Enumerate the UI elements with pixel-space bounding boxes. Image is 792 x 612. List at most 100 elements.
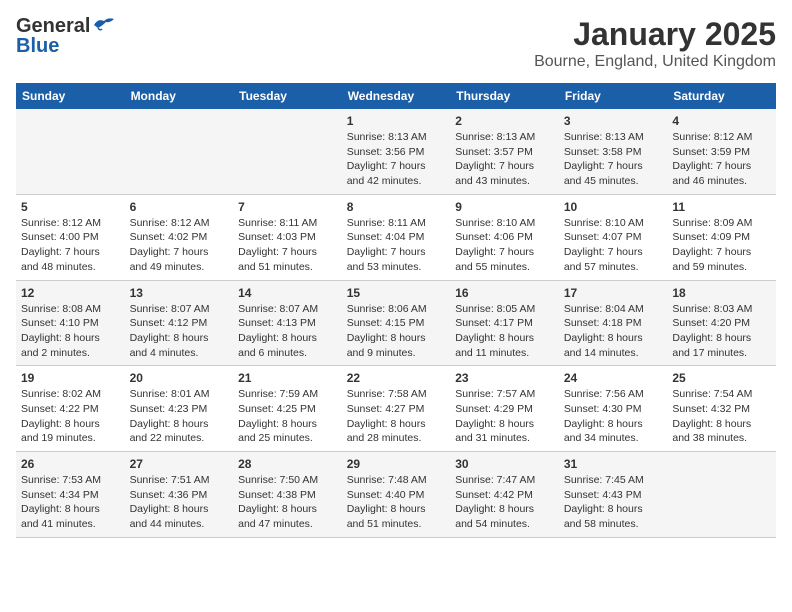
day-info: Sunrise: 8:11 AMSunset: 4:03 PMDaylight:… (238, 216, 337, 275)
day-info: Sunrise: 8:13 AMSunset: 3:57 PMDaylight:… (455, 130, 554, 189)
day-info: Sunrise: 8:07 AMSunset: 4:12 PMDaylight:… (130, 302, 229, 361)
title-block: January 2025 Bourne, England, United Kin… (534, 16, 776, 71)
calendar-cell: 6Sunrise: 8:12 AMSunset: 4:02 PMDaylight… (125, 194, 234, 280)
day-number: 14 (238, 286, 337, 300)
calendar-header-sunday: Sunday (16, 83, 125, 109)
day-info: Sunrise: 8:13 AMSunset: 3:56 PMDaylight:… (347, 130, 446, 189)
calendar-cell: 14Sunrise: 8:07 AMSunset: 4:13 PMDayligh… (233, 280, 342, 366)
day-info: Sunrise: 7:58 AMSunset: 4:27 PMDaylight:… (347, 387, 446, 446)
day-number: 8 (347, 200, 446, 214)
calendar-week-row: 1 Sunrise: 8:13 AMSunset: 3:56 PMDaylight… (16, 109, 776, 194)
calendar-cell: 12Sunrise: 8:08 AMSunset: 4:10 PMDayligh… (16, 280, 125, 366)
day-number: 1 (347, 114, 446, 128)
calendar-cell: 4 Sunrise: 8:12 AMSunset: 3:59 PMDaylight… (667, 109, 776, 194)
page-title: January 2025 (534, 16, 776, 53)
calendar-cell: 21 Sunrise: 7:59 AMSunset: 4:25 PMDayligh… (233, 366, 342, 452)
calendar-week-row: 26Sunrise: 7:53 AMSunset: 4:34 PMDayligh… (16, 452, 776, 538)
day-number: 9 (455, 200, 554, 214)
calendar-cell: 17 Sunrise: 8:04 AMSunset: 4:18 PMDayligh… (559, 280, 668, 366)
day-number: 26 (21, 457, 120, 471)
day-info: Sunrise: 8:12 AMSunset: 4:00 PMDaylight:… (21, 216, 120, 275)
day-number: 25 (672, 371, 771, 385)
day-info: Sunrise: 7:59 AMSunset: 4:25 PMDaylight:… (238, 387, 337, 446)
day-info: Sunrise: 7:57 AMSunset: 4:29 PMDaylight:… (455, 387, 554, 446)
calendar-week-row: 12Sunrise: 8:08 AMSunset: 4:10 PMDayligh… (16, 280, 776, 366)
day-info: Sunrise: 8:13 AMSunset: 3:58 PMDaylight:… (564, 130, 663, 189)
calendar-cell: 5Sunrise: 8:12 AMSunset: 4:00 PMDaylight… (16, 194, 125, 280)
calendar-cell: 8Sunrise: 8:11 AMSunset: 4:04 PMDaylight… (342, 194, 451, 280)
calendar-cell: 13 Sunrise: 8:07 AMSunset: 4:12 PMDayligh… (125, 280, 234, 366)
calendar-cell: 31 Sunrise: 7:45 AMSunset: 4:43 PMDayligh… (559, 452, 668, 538)
day-info: Sunrise: 8:12 AMSunset: 3:59 PMDaylight:… (672, 130, 771, 189)
day-number: 31 (564, 457, 663, 471)
calendar-header-saturday: Saturday (667, 83, 776, 109)
calendar-cell: 27Sunrise: 7:51 AMSunset: 4:36 PMDayligh… (125, 452, 234, 538)
day-info: Sunrise: 8:12 AMSunset: 4:02 PMDaylight:… (130, 216, 229, 275)
calendar-cell: 9 Sunrise: 8:10 AMSunset: 4:06 PMDaylight… (450, 194, 559, 280)
calendar-cell: 1 Sunrise: 8:13 AMSunset: 3:56 PMDaylight… (342, 109, 451, 194)
calendar-cell (16, 109, 125, 194)
day-info: Sunrise: 7:50 AMSunset: 4:38 PMDaylight:… (238, 473, 337, 532)
day-number: 15 (347, 286, 446, 300)
day-info: Sunrise: 7:56 AMSunset: 4:30 PMDaylight:… (564, 387, 663, 446)
calendar-cell: 28Sunrise: 7:50 AMSunset: 4:38 PMDayligh… (233, 452, 342, 538)
calendar-cell: 30 Sunrise: 7:47 AMSunset: 4:42 PMDayligh… (450, 452, 559, 538)
day-number: 4 (672, 114, 771, 128)
calendar-cell: 3 Sunrise: 8:13 AMSunset: 3:58 PMDaylight… (559, 109, 668, 194)
day-number: 20 (130, 371, 229, 385)
calendar-week-row: 5Sunrise: 8:12 AMSunset: 4:00 PMDaylight… (16, 194, 776, 280)
day-number: 18 (672, 286, 771, 300)
day-number: 11 (672, 200, 771, 214)
calendar-cell: 25 Sunrise: 7:54 AMSunset: 4:32 PMDayligh… (667, 366, 776, 452)
day-number: 17 (564, 286, 663, 300)
calendar-cell: 10Sunrise: 8:10 AMSunset: 4:07 PMDayligh… (559, 194, 668, 280)
day-number: 23 (455, 371, 554, 385)
day-info: Sunrise: 8:02 AMSunset: 4:22 PMDaylight:… (21, 387, 120, 446)
calendar-header-wednesday: Wednesday (342, 83, 451, 109)
calendar-header-friday: Friday (559, 83, 668, 109)
calendar-cell: 11Sunrise: 8:09 AMSunset: 4:09 PMDayligh… (667, 194, 776, 280)
day-number: 27 (130, 457, 229, 471)
calendar-cell: 19 Sunrise: 8:02 AMSunset: 4:22 PMDayligh… (16, 366, 125, 452)
calendar-cell: 20Sunrise: 8:01 AMSunset: 4:23 PMDayligh… (125, 366, 234, 452)
logo-general-text: General (16, 16, 90, 36)
calendar-cell: 15 Sunrise: 8:06 AMSunset: 4:15 PMDayligh… (342, 280, 451, 366)
day-number: 13 (130, 286, 229, 300)
day-number: 24 (564, 371, 663, 385)
day-number: 29 (347, 457, 446, 471)
calendar-cell (667, 452, 776, 538)
calendar-header-thursday: Thursday (450, 83, 559, 109)
day-number: 2 (455, 114, 554, 128)
day-info: Sunrise: 8:10 AMSunset: 4:06 PMDaylight:… (455, 216, 554, 275)
day-number: 22 (347, 371, 446, 385)
day-info: Sunrise: 8:06 AMSunset: 4:15 PMDaylight:… (347, 302, 446, 361)
day-number: 21 (238, 371, 337, 385)
calendar-cell: 23 Sunrise: 7:57 AMSunset: 4:29 PMDayligh… (450, 366, 559, 452)
calendar-cell: 22 Sunrise: 7:58 AMSunset: 4:27 PMDayligh… (342, 366, 451, 452)
calendar-cell: 2 Sunrise: 8:13 AMSunset: 3:57 PMDaylight… (450, 109, 559, 194)
page-header: General Blue January 2025 Bourne, Englan… (16, 16, 776, 71)
calendar-cell: 16Sunrise: 8:05 AMSunset: 4:17 PMDayligh… (450, 280, 559, 366)
day-number: 3 (564, 114, 663, 128)
day-number: 16 (455, 286, 554, 300)
calendar-cell: 18 Sunrise: 8:03 AMSunset: 4:20 PMDayligh… (667, 280, 776, 366)
calendar-cell: 7Sunrise: 8:11 AMSunset: 4:03 PMDaylight… (233, 194, 342, 280)
day-info: Sunrise: 8:04 AMSunset: 4:18 PMDaylight:… (564, 302, 663, 361)
calendar-table: SundayMondayTuesdayWednesdayThursdayFrid… (16, 83, 776, 538)
calendar-header-monday: Monday (125, 83, 234, 109)
day-number: 30 (455, 457, 554, 471)
day-info: Sunrise: 8:08 AMSunset: 4:10 PMDaylight:… (21, 302, 120, 361)
calendar-body: 1 Sunrise: 8:13 AMSunset: 3:56 PMDaylight… (16, 109, 776, 537)
day-info: Sunrise: 7:47 AMSunset: 4:42 PMDaylight:… (455, 473, 554, 532)
day-info: Sunrise: 7:45 AMSunset: 4:43 PMDaylight:… (564, 473, 663, 532)
logo-bird-icon (92, 16, 116, 34)
day-info: Sunrise: 8:10 AMSunset: 4:07 PMDaylight:… (564, 216, 663, 275)
calendar-cell: 24 Sunrise: 7:56 AMSunset: 4:30 PMDayligh… (559, 366, 668, 452)
day-info: Sunrise: 8:03 AMSunset: 4:20 PMDaylight:… (672, 302, 771, 361)
logo: General Blue (16, 16, 116, 56)
page-subtitle: Bourne, England, United Kingdom (534, 53, 776, 71)
day-info: Sunrise: 7:54 AMSunset: 4:32 PMDaylight:… (672, 387, 771, 446)
day-number: 19 (21, 371, 120, 385)
calendar-cell (233, 109, 342, 194)
calendar-cell: 29Sunrise: 7:48 AMSunset: 4:40 PMDayligh… (342, 452, 451, 538)
